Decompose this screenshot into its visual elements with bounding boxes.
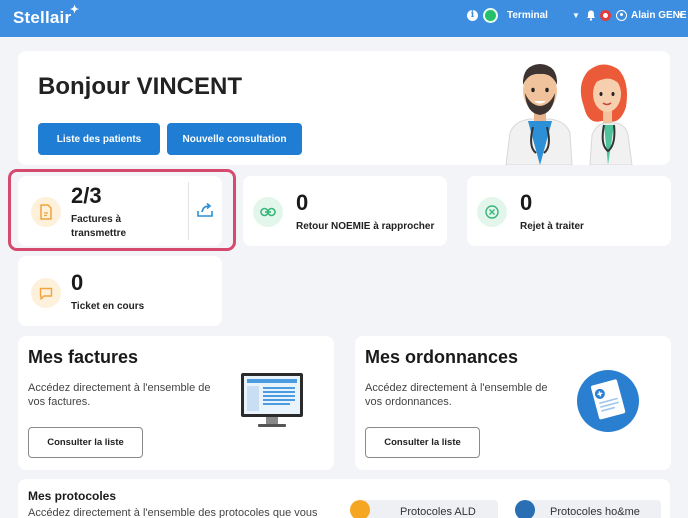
- chat-icon: [31, 278, 61, 308]
- user-icon[interactable]: [616, 10, 627, 21]
- close-circle-icon: [477, 197, 507, 227]
- protocoles-ald-button[interactable]: Protocoles ALD: [350, 500, 498, 518]
- doctors-illustration: [505, 64, 633, 165]
- prescription-illustration: [577, 370, 639, 432]
- ordonnances-description: Accédez directement à l'ensemble de vos …: [365, 382, 548, 408]
- page-title: Bonjour VINCENT: [38, 73, 242, 100]
- help-lifebuoy-icon[interactable]: [600, 10, 611, 21]
- protocoles-card: Mes protocoles Accédez directement à l'e…: [18, 479, 670, 518]
- protocoles-title: Mes protocoles: [28, 489, 117, 503]
- ordonnances-list-button[interactable]: Consulter la liste: [365, 427, 480, 458]
- app-logo[interactable]: Stellair ✦: [13, 4, 79, 28]
- upload-icon[interactable]: [196, 202, 214, 223]
- chevron-down-icon[interactable]: ▼: [677, 11, 685, 20]
- home-icon: [515, 500, 535, 518]
- protocoles-home-button[interactable]: Protocoles ho&me: [515, 500, 661, 518]
- chevron-down-icon[interactable]: ▼: [572, 11, 580, 20]
- noemie-count: 0: [296, 190, 309, 215]
- bell-icon[interactable]: [586, 10, 596, 21]
- ald-icon: [350, 500, 370, 518]
- patients-list-button[interactable]: Liste des patients: [38, 123, 160, 155]
- factures-stat-card[interactable]: 2/3 Factures à transmettre: [18, 176, 222, 246]
- factures-count: 2/3: [71, 183, 102, 208]
- ticket-count: 0: [71, 270, 84, 295]
- factures-description: Accédez directement à l'ensemble de vos …: [28, 382, 211, 408]
- new-consultation-button[interactable]: Nouvelle consultation: [167, 123, 302, 155]
- factures-card: Mes factures Accédez directement à l'ens…: [18, 336, 334, 470]
- link-icon: [253, 197, 283, 227]
- rejet-label: Rejet à traiter: [520, 221, 584, 232]
- ordonnances-title: Mes ordonnances: [365, 347, 519, 367]
- ticket-label: Ticket en cours: [71, 301, 145, 312]
- connection-status-icon: [483, 8, 498, 23]
- rejet-count: 0: [520, 190, 533, 215]
- ordonnances-card: Mes ordonnances Accédez directement à l'…: [355, 336, 671, 470]
- terminal-select[interactable]: Terminal: [507, 10, 548, 21]
- rejet-stat-card[interactable]: 0 Rejet à traiter: [467, 176, 671, 246]
- monitor-illustration: [241, 373, 303, 427]
- info-icon[interactable]: i: [467, 10, 478, 21]
- protocoles-home-label: Protocoles ho&me: [550, 506, 640, 518]
- factures-label: Factures à transmettre: [71, 214, 127, 239]
- noemie-stat-card[interactable]: 0 Retour NOEMIE à rapprocher: [243, 176, 447, 246]
- protocoles-description: Accédez directement à l'ensemble des pro…: [28, 507, 318, 518]
- factures-list-button[interactable]: Consulter la liste: [28, 427, 143, 458]
- factures-title: Mes factures: [28, 347, 139, 367]
- logo-sparkle-icon: ✦: [69, 4, 80, 16]
- noemie-label: Retour NOEMIE à rapprocher: [296, 221, 435, 232]
- ticket-stat-card[interactable]: 0 Ticket en cours: [18, 256, 222, 326]
- divider: [188, 182, 189, 240]
- welcome-card: Bonjour VINCENT Liste des patients Nouve…: [18, 51, 670, 165]
- top-bar: Stellair ✦ i Terminal ▼ Alain GENE ▼: [0, 0, 688, 37]
- protocoles-ald-label: Protocoles ALD: [400, 506, 476, 518]
- document-icon: [31, 197, 61, 227]
